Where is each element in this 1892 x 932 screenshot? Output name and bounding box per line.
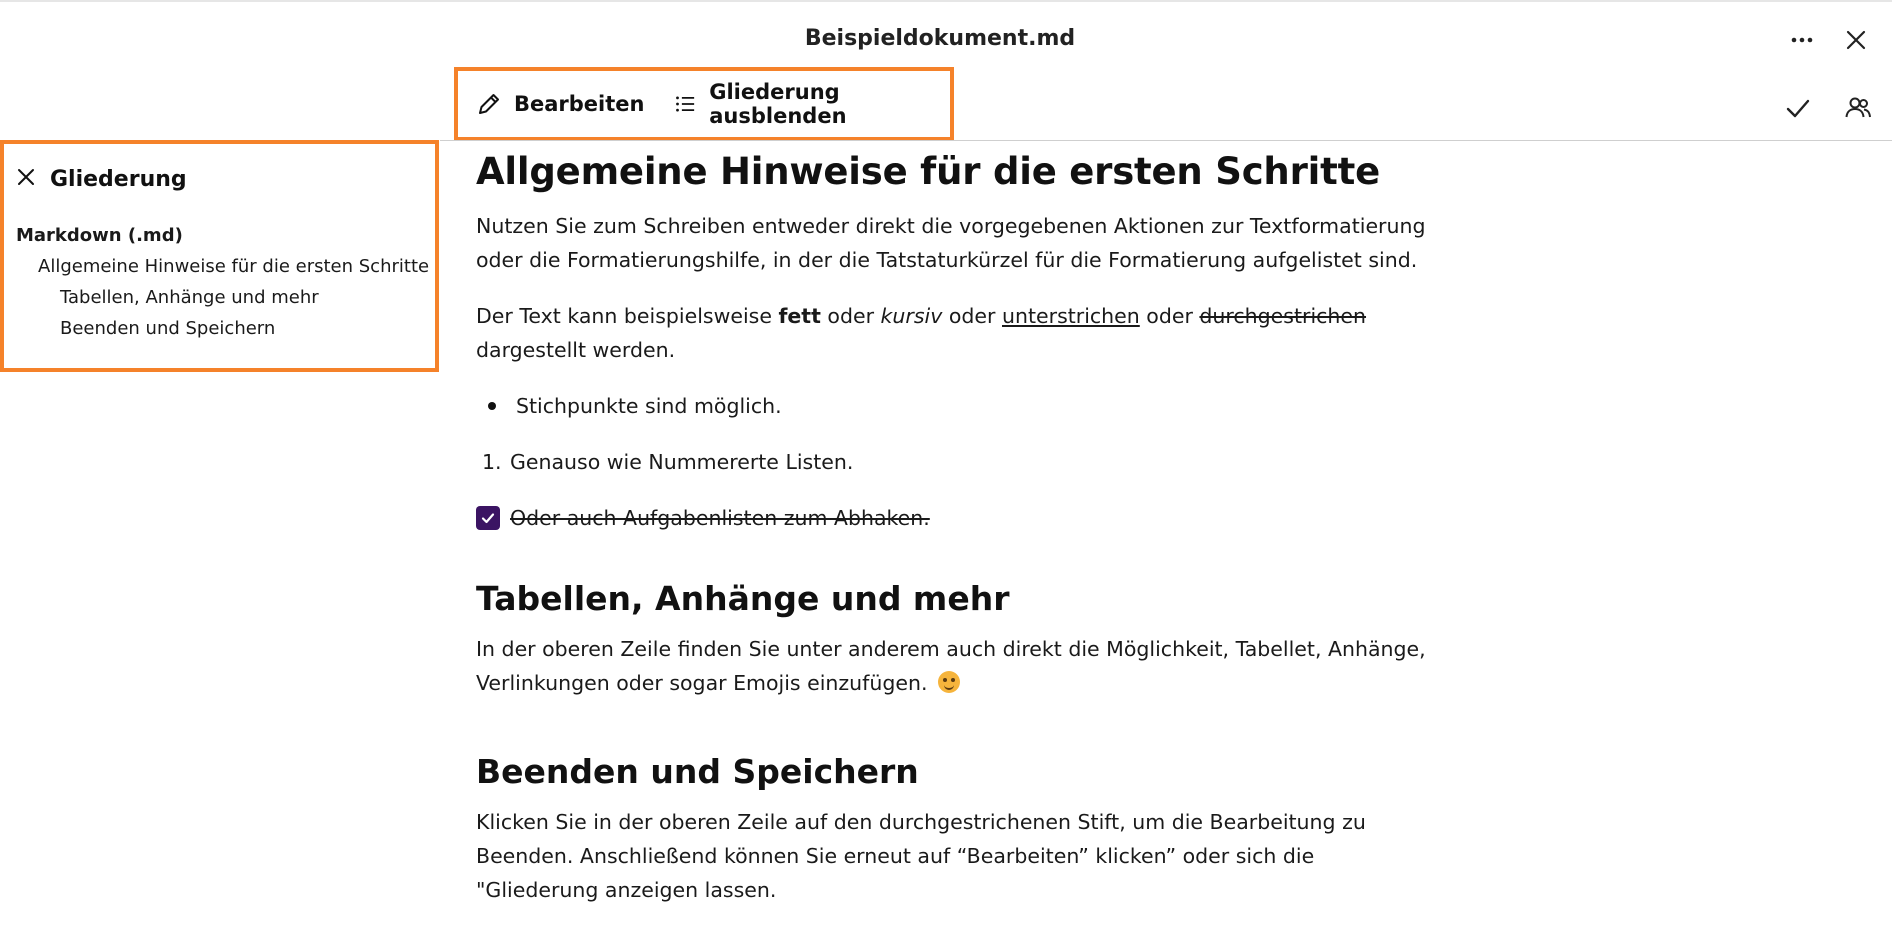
text-run: oder: [1139, 304, 1200, 328]
list-number: 1.: [482, 450, 502, 474]
more-options-button[interactable]: [1782, 20, 1822, 60]
checkmark-icon: [481, 513, 495, 524]
outline-item-h1[interactable]: Allgemeine Hinweise für die ersten Schri…: [16, 251, 435, 282]
checkmark-icon: [1786, 99, 1810, 118]
close-icon: [18, 169, 34, 185]
toolbar-divider: [440, 140, 1892, 141]
close-window-button[interactable]: [1836, 20, 1876, 60]
outline-item-finish[interactable]: Beenden und Speichern: [16, 313, 435, 344]
paragraph-tables: In der oberen Zeile finden Sie unter and…: [476, 632, 1436, 700]
window-top-border: [0, 0, 1892, 2]
pencil-icon: [479, 94, 499, 114]
italic-text: kursiv: [880, 304, 943, 328]
outline-header: Gliederung: [16, 166, 435, 192]
outline-item-tables[interactable]: Tabellen, Anhänge und mehr: [16, 282, 435, 313]
text-run: oder: [942, 304, 1002, 328]
paragraph-formatting: Der Text kann beispielsweise fett oder k…: [476, 299, 1436, 367]
heading-getting-started: Allgemeine Hinweise für die ersten Schri…: [476, 150, 1380, 193]
bullet-text: Stichpunkte sind möglich.: [516, 394, 782, 418]
outline-title: Gliederung: [50, 166, 187, 192]
list-icon: [676, 96, 695, 112]
share-people-button[interactable]: [1838, 88, 1878, 128]
outline-item-root[interactable]: Markdown (.md): [16, 220, 435, 251]
text-run: Der Text kann beispielsweise: [476, 304, 779, 328]
bullet-dot: [488, 402, 496, 410]
confirm-button[interactable]: [1778, 88, 1818, 128]
heading-finish: Beenden und Speichern: [476, 752, 919, 791]
document-title: Beispieldokument.md: [804, 26, 1076, 51]
outline-list: Markdown (.md) Allgemeine Hinweise für d…: [16, 220, 435, 344]
smiley-emoji-icon: [938, 671, 961, 693]
close-outline-button[interactable]: [16, 166, 36, 192]
close-icon: [1846, 30, 1866, 50]
toggle-outline-label: Gliederung ausblenden: [709, 80, 847, 128]
paragraph-intro: Nutzen Sie zum Schreiben entweder direkt…: [476, 214, 1426, 272]
underlined-text: unterstrichen: [1002, 304, 1140, 328]
task-text: Oder auch Aufgabenlisten zum Abhaken.: [510, 506, 930, 530]
more-horizontal-icon: [1791, 37, 1813, 43]
edit-button-label: Bearbeiten: [514, 92, 645, 116]
bold-text: fett: [778, 304, 821, 328]
people-icon: [1845, 97, 1871, 118]
edit-button[interactable]: Bearbeiten: [476, 91, 644, 117]
paragraph-finish: Klicken Sie in der oberen Zeile auf den …: [476, 810, 1366, 902]
heading-tables: Tabellen, Anhänge und mehr: [476, 579, 1010, 618]
task-checkbox[interactable]: [476, 506, 500, 530]
toggle-outline-button[interactable]: Gliederung ausblenden: [674, 80, 950, 128]
outline-panel: Gliederung Markdown (.md) Allgemeine Hin…: [0, 140, 439, 372]
text-run: oder: [820, 304, 881, 328]
bullet-list-item: Stichpunkte sind möglich.: [476, 389, 1436, 423]
numbered-text: Genauso wie Nummererte Listen.: [510, 450, 854, 474]
numbered-list-item: 1. Genauso wie Nummererte Listen.: [476, 445, 1436, 479]
editor-toolbar: Bearbeiten Gliederung ausblenden: [454, 67, 954, 141]
task-list-item: Oder auch Aufgabenlisten zum Abhaken.: [476, 501, 1436, 535]
document-content: Allgemeine Hinweise für die ersten Schri…: [476, 150, 1436, 907]
strikethrough-text: durchgestrichen: [1199, 304, 1367, 328]
text-run: dargestellt werden.: [476, 338, 676, 362]
